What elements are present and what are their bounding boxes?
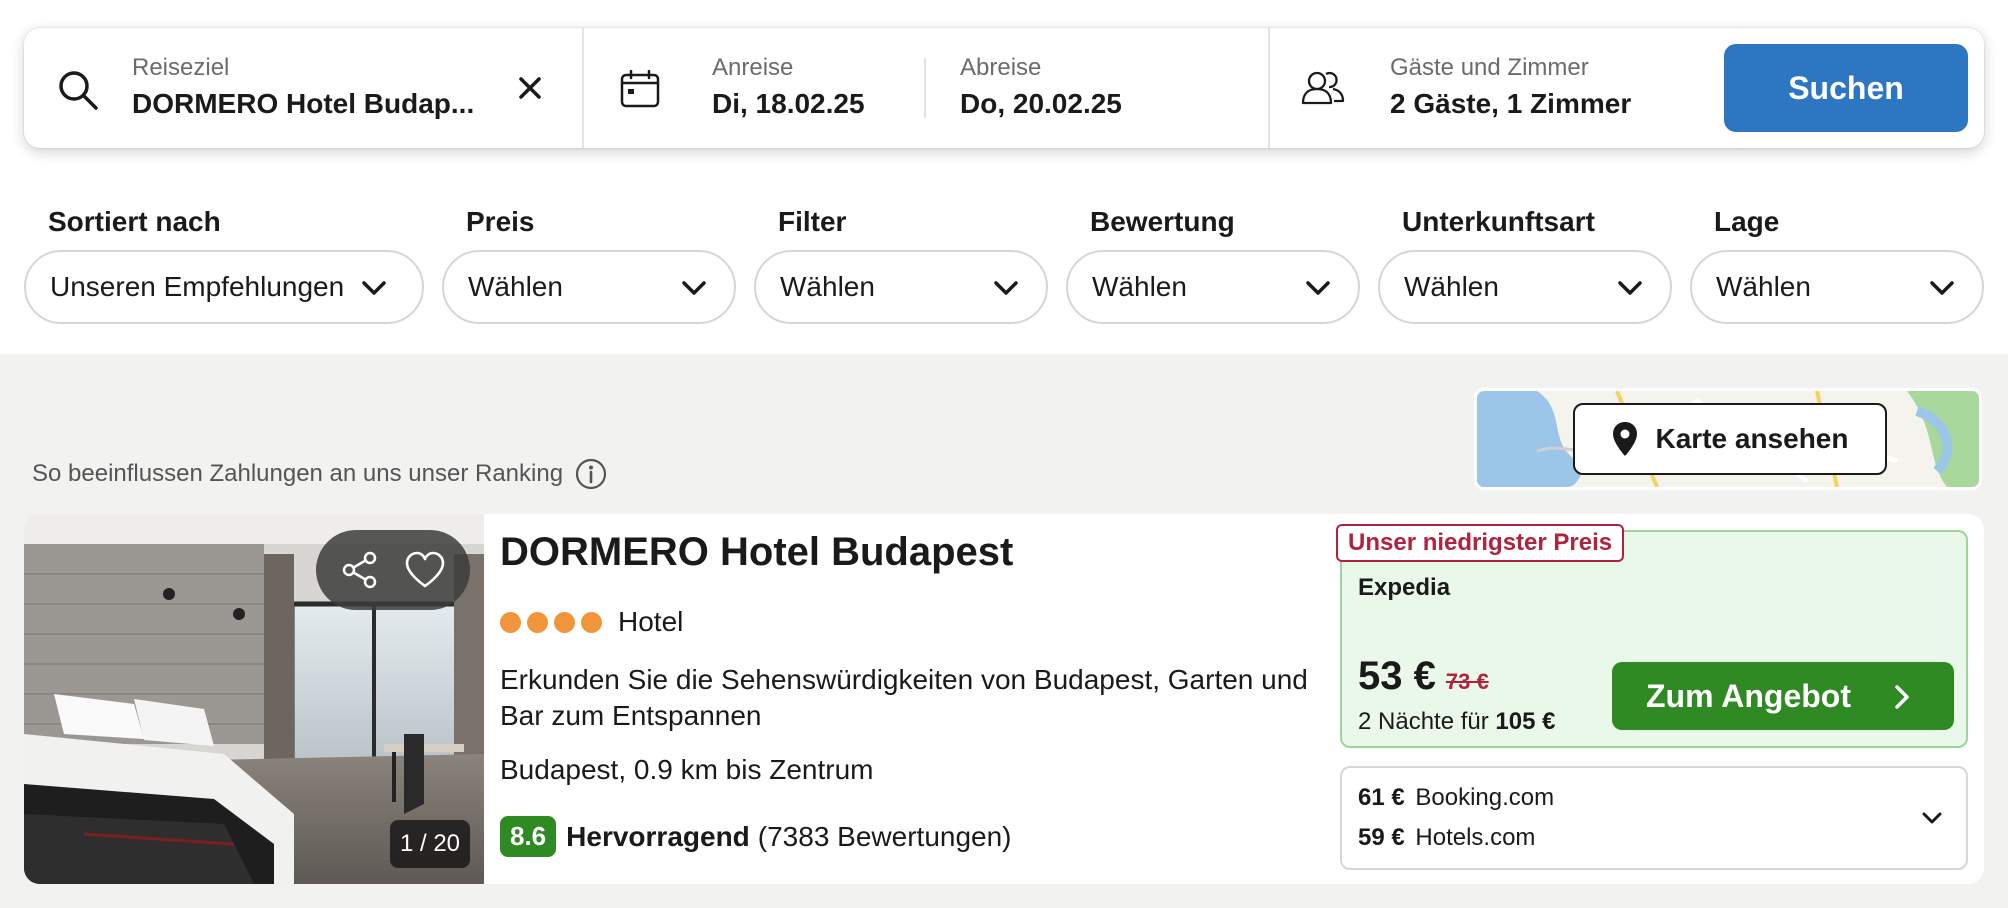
deal-provider: Expedia [1358,574,1451,601]
chevron-down-icon [994,281,1018,295]
offer-provider: Hotels.com [1415,824,1536,851]
hotel-stars: Hotel [500,606,683,638]
hotel-type: Hotel [618,606,684,637]
destination-label: Reiseziel [132,54,230,81]
total-price: 105 € [1495,708,1556,735]
filter-title: Preis [466,206,535,237]
price-dropdown[interactable]: Wählen [442,250,736,324]
deal-price-old: 73 € [1445,669,1489,694]
other-offers[interactable]: 61 € Booking.com 59 € Hotels.com [1340,766,1968,870]
filter-value: Wählen [780,271,875,302]
chevron-down-icon [362,281,386,295]
filter-location: Lage [1714,206,1779,242]
search-icon [59,71,98,110]
hotel-description: Erkunden Sie die Sehenswürdigkeiten von … [500,664,1308,731]
sort-value: Unseren Empfehlungen [50,271,345,302]
calendar-icon [620,70,660,108]
ranking-note[interactable]: So beeinflussen Zahlungen an uns unser R… [32,458,607,490]
filter-title: Lage [1714,206,1780,237]
map-pin-icon [1612,422,1637,456]
accommodation-value: Wählen [1404,271,1499,302]
checkout-field[interactable]: Abreise Do, 20.02.25 [926,28,1270,148]
share-icon[interactable] [340,550,380,590]
offer-price: 61 € [1358,784,1405,811]
guests-value: 2 Gäste, 1 Zimmer [1390,88,1632,119]
location-dropdown[interactable]: Wählen [1690,250,1984,324]
offer-price: 59 € [1358,824,1405,851]
star-dot [527,611,548,633]
rating-dropdown[interactable]: Wählen [1066,250,1360,324]
chevron-down-icon [682,281,706,295]
destination-value: DORMERO Hotel Budap... [132,88,475,119]
guests-field[interactable]: Gäste und Zimmer 2 Gäste, 1 Zimmer [1270,28,1700,148]
sort-dropdown[interactable]: Unseren Empfehlungen [24,250,424,324]
checkin-label: Anreise [712,54,794,81]
destination-field[interactable]: Reiseziel DORMERO Hotel Budap... [24,28,582,148]
deal-price-current: 53 € [1358,654,1436,698]
filter-filter: Filter [778,206,846,242]
filter-title: Filter [778,206,847,237]
hotel-location: Budapest, 0.9 km bis Zentrum [500,754,874,785]
checkout-label: Abreise [960,54,1042,81]
offer-provider: Booking.com [1415,784,1555,811]
map-preview[interactable]: Karte ansehen [1474,388,1982,490]
filter-accommodation: Unterkunftsart [1402,206,1595,242]
price-value: Wählen [468,271,563,302]
offer-row: 59 € Hotels.com [1358,824,1535,852]
chevron-down-icon [1930,281,1954,295]
show-map-label: Karte ansehen [1655,423,1849,454]
guests-icon [1301,71,1345,105]
filter-price: Preis [466,206,535,242]
photo-counter: 1 / 20 [390,820,470,868]
chevron-down-icon [1618,281,1642,295]
accommodation-dropdown[interactable]: Wählen [1378,250,1672,324]
photo-actions [316,530,470,610]
view-offer-button[interactable]: Zum Angebot [1612,662,1954,730]
filter-title: Sortiert nach [48,206,221,237]
checkin-field[interactable]: Anreise Di, 18.02.25 [584,28,948,148]
search-bar: Reiseziel DORMERO Hotel Budap... Anreise… [24,28,1984,148]
filter-title: Bewertung [1090,206,1235,237]
clear-icon[interactable] [518,76,542,100]
review-count: (7383 Bewertungen) [757,820,1012,852]
star-dot [581,611,602,633]
checkin-value: Di, 18.02.25 [712,88,865,119]
heart-icon[interactable] [404,551,446,589]
filter-rating: Bewertung [1090,206,1235,242]
filter-sort: Sortiert nach [48,206,221,242]
star-dot [554,611,575,633]
offer-row: 61 € Booking.com [1358,784,1554,812]
view-offer-label: Zum Angebot [1646,677,1851,714]
results-area: So beeinflussen Zahlungen an uns unser R… [0,354,2008,908]
filter-title: Unterkunftsart [1402,206,1595,237]
hotel-rating[interactable]: 8.6 Hervorragend (7383 Bewertungen) [500,816,1012,857]
lowest-price-badge: Unser niedrigster Preis [1336,524,1625,562]
star-dot [500,611,521,633]
rating-word: Hervorragend [566,820,750,852]
guests-label: Gäste und Zimmer [1390,54,1589,81]
deal-total: 2 Nächte für 105 € [1358,708,1555,736]
best-deal-box[interactable]: Expedia 53 € 73 € 2 Nächte für 105 € Zum… [1340,530,1968,748]
info-icon [575,458,607,490]
chevron-right-icon [1895,685,1909,709]
hotel-photo[interactable]: 1 / 20 [24,514,484,884]
search-button[interactable]: Suchen [1724,44,1968,132]
filter-dropdown[interactable]: Wählen [754,250,1048,324]
rating-score: 8.6 [500,816,557,857]
chevron-down-icon[interactable] [1920,806,1944,830]
hotel-name[interactable]: DORMERO Hotel Budapest [500,530,1013,575]
rating-value: Wählen [1092,271,1187,302]
ranking-note-text: So beeinflussen Zahlungen an uns unser R… [32,460,564,487]
deal-price: 53 € 73 € [1358,654,1489,699]
chevron-down-icon [1306,281,1330,295]
location-value: Wählen [1716,271,1811,302]
hotel-card[interactable]: 1 / 20 DORMERO Hotel Budapest Hotel Erku… [24,514,1984,884]
nights-text: 2 Nächte für [1358,708,1489,735]
show-map-button[interactable]: Karte ansehen [1573,403,1887,475]
checkout-value: Do, 20.02.25 [960,88,1122,119]
